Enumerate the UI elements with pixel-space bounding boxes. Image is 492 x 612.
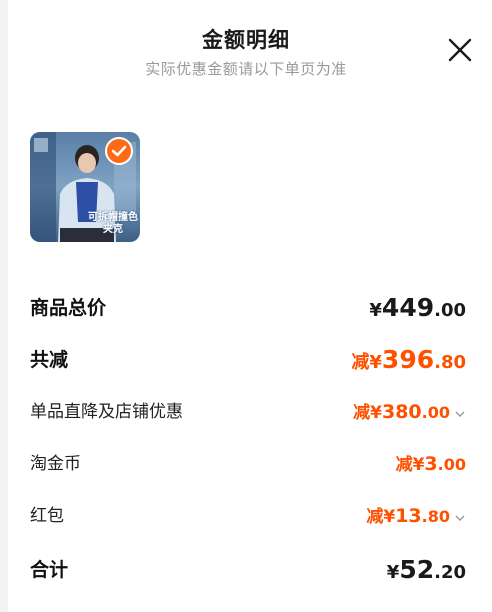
row-amount: 减¥380.00 <box>353 392 466 433</box>
row-amount: ¥449.00 <box>369 288 466 331</box>
amount-decimal: .20 <box>434 562 466 583</box>
row-red-packet[interactable]: 红包 减¥13.80 <box>30 496 466 536</box>
amount-decimal: .00 <box>437 455 466 474</box>
selected-badge <box>105 137 133 165</box>
amount-integer: 52 <box>399 555 435 584</box>
amount-integer: 380 <box>381 401 422 423</box>
amount-prefix: 减¥ <box>351 352 382 373</box>
chevron-down-icon[interactable] <box>454 512 466 524</box>
amount-prefix: ¥ <box>369 300 382 321</box>
row-amount: 减¥13.80 <box>366 496 466 537</box>
sheet-header: 金额明细 实际优惠金额请以下单页为准 <box>0 0 492 90</box>
close-icon <box>448 38 472 62</box>
row-label: 单品直降及店铺优惠 <box>30 402 183 422</box>
row-shop-discount[interactable]: 单品直降及店铺优惠 减¥380.00 <box>30 392 466 432</box>
amount-prefix: 减¥ <box>366 507 396 527</box>
amount-integer: 13 <box>395 505 422 527</box>
chevron-down-icon[interactable] <box>454 408 466 420</box>
row-amount: 减¥3.00 <box>396 444 466 485</box>
amount-integer: 396 <box>381 345 435 374</box>
amount-integer: 449 <box>381 293 435 322</box>
row-amount: ¥52.20 <box>387 550 466 593</box>
row-label: 共减 <box>30 349 69 371</box>
page-subtitle: 实际优惠金额请以下单页为准 <box>145 60 347 78</box>
row-grand-total: 合计 ¥52.20 <box>30 550 466 590</box>
product-caption: 可拆帽撞色 夹克 <box>88 212 138 235</box>
check-icon <box>111 145 127 157</box>
row-label: 淘金币 <box>30 454 81 474</box>
amount-decimal: .80 <box>421 507 450 526</box>
sheet-edge <box>0 0 8 612</box>
row-label: 红包 <box>30 506 64 526</box>
amount-prefix: 减¥ <box>395 455 425 475</box>
amount-prefix: ¥ <box>386 562 400 583</box>
row-amount: 减¥396.80 <box>351 340 466 383</box>
amount-decimal: .00 <box>434 300 466 321</box>
close-button[interactable] <box>446 36 474 64</box>
amount-prefix: 减¥ <box>353 403 382 423</box>
row-label: 合计 <box>30 559 69 581</box>
page-title: 金额明细 <box>202 28 290 52</box>
amount-decimal: .00 <box>421 403 450 422</box>
row-taojinbi: 淘金币 减¥3.00 <box>30 444 466 484</box>
amount-decimal: .80 <box>434 352 466 373</box>
amount-integer: 3 <box>424 453 438 475</box>
row-total-price: 商品总价 ¥449.00 <box>30 288 466 328</box>
row-total-discount: 共减 减¥396.80 <box>30 340 466 380</box>
row-label: 商品总价 <box>30 297 107 319</box>
